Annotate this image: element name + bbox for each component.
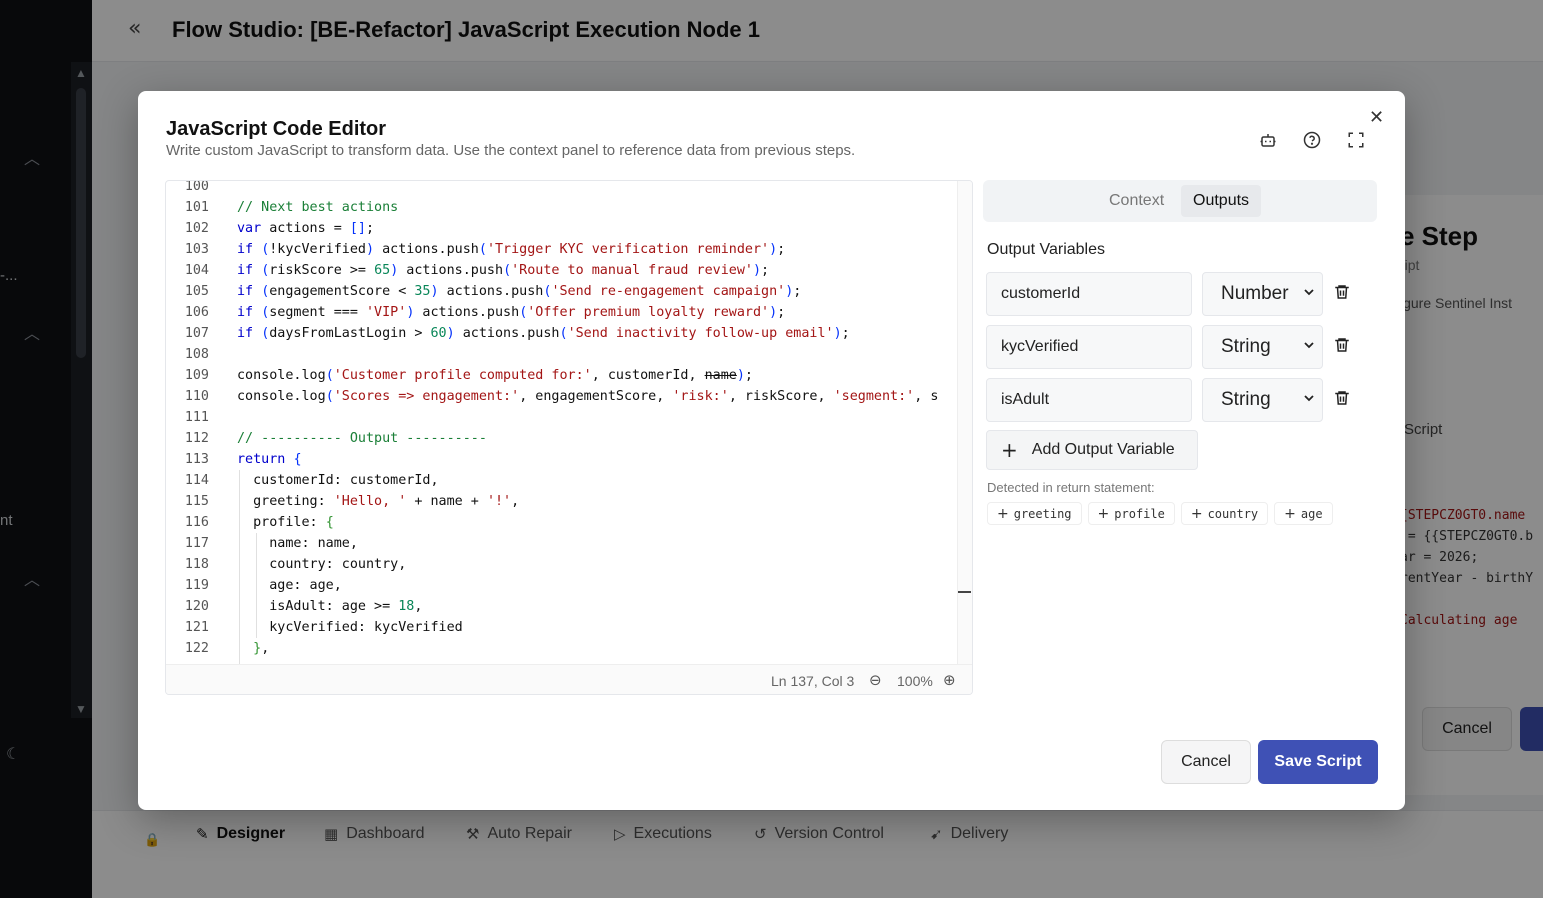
modal-title: JavaScript Code Editor	[166, 118, 387, 140]
code-line: 109 console.log('Customer profile compute…	[184, 368, 753, 383]
code-line: 105 if (engagementScore < 35) actions.pus…	[184, 284, 802, 299]
detected-variable-chip[interactable]: + profile	[1087, 502, 1175, 525]
code-line: 119 age: age,	[184, 578, 342, 593]
indent-guide	[239, 470, 240, 664]
code-line: 116 profile: {	[184, 515, 334, 530]
code-line: 115 greeting: 'Hello, ' + name + '!',	[184, 494, 520, 509]
variable-type-select[interactable]: Number	[1202, 272, 1323, 316]
output-variable-row: kycVerified String	[986, 325, 1376, 369]
code-area[interactable]: 100 101// Next best actions 102 var actio…	[166, 181, 958, 664]
code-line: 108	[184, 347, 209, 362]
code-line: 111	[184, 410, 209, 425]
code-line: 112// ---------- Output ----------	[184, 431, 487, 446]
detected-variable-chip[interactable]: + age	[1274, 502, 1333, 525]
chevron-down-icon	[1304, 395, 1314, 402]
trash-icon[interactable]	[1333, 283, 1355, 305]
modal-subtitle: Write custom JavaScript to transform dat…	[166, 142, 856, 159]
plus-icon: +	[1284, 505, 1296, 522]
tab-context[interactable]: Context	[1097, 185, 1176, 217]
code-line: 100	[184, 181, 209, 194]
code-line: 113 return {	[184, 452, 302, 467]
help-circle-icon[interactable]	[1301, 129, 1323, 151]
code-line: 117 name: name,	[184, 536, 358, 551]
bot-icon[interactable]	[1257, 129, 1279, 151]
code-line: 107 if (daysFromLastLogin > 60) actions.p…	[184, 326, 850, 341]
chevron-down-icon	[1304, 342, 1314, 349]
tab-outputs[interactable]: Outputs	[1181, 185, 1262, 217]
variable-type-select[interactable]: String	[1202, 325, 1323, 369]
variable-name-input[interactable]: customerId	[986, 272, 1192, 316]
code-line: 101// Next best actions	[184, 200, 399, 215]
side-panel-tabs: Context Outputs	[983, 180, 1377, 222]
plus-icon: +	[997, 505, 1009, 522]
cursor-position: Ln 137, Col 3	[771, 673, 855, 689]
fullscreen-icon[interactable]	[1345, 129, 1367, 151]
output-variable-row: customerId Number	[986, 272, 1376, 316]
code-line: 114 customerId: customerId,	[184, 473, 439, 488]
output-variable-row: isAdult String	[986, 378, 1376, 422]
code-editor-modal: JavaScript Code Editor Write custom Java…	[138, 91, 1405, 810]
zoom-out-icon[interactable]: ⊖	[869, 671, 882, 689]
code-line: 122 },	[184, 641, 270, 656]
zoom-in-icon[interactable]: ⊕	[943, 671, 956, 689]
code-line: 121 kycVerified: kycVerified	[184, 620, 463, 635]
code-editor[interactable]: 100 101// Next best actions 102 var actio…	[165, 180, 973, 695]
add-output-variable-button[interactable]: + Add Output Variable	[986, 430, 1198, 470]
detected-variable-chip[interactable]: + country	[1180, 502, 1269, 525]
plus-icon: +	[1001, 438, 1018, 462]
variable-type-select[interactable]: String	[1202, 378, 1323, 422]
cancel-button[interactable]: Cancel	[1161, 740, 1251, 784]
variable-name-input[interactable]: isAdult	[986, 378, 1192, 422]
code-line: 102 var actions = [];	[184, 221, 375, 236]
detected-variable-chip[interactable]: + greeting	[987, 502, 1082, 525]
save-script-button[interactable]: Save Script	[1258, 740, 1378, 784]
chevron-down-icon	[1304, 289, 1314, 296]
close-icon[interactable]: ✕	[1369, 107, 1384, 128]
code-line: 104 if (riskScore >= 65) actions.push('Ro…	[184, 263, 770, 278]
variable-name-input[interactable]: kycVerified	[986, 325, 1192, 369]
code-line: 103 if (!kycVerified) actions.push('Trigg…	[184, 242, 786, 257]
code-line: 106 if (segment === 'VIP') actions.push('…	[184, 305, 786, 320]
detected-label: Detected in return statement:	[987, 480, 1155, 495]
trash-icon[interactable]	[1333, 336, 1355, 358]
code-line: 110 console.log('Scores => engagement:', …	[184, 389, 939, 404]
trash-icon[interactable]	[1333, 389, 1355, 411]
detected-variables: + greeting + profile + country + age	[987, 502, 1333, 525]
editor-status-bar: Ln 137, Col 3 ⊖ 100% ⊕	[166, 664, 972, 694]
indent-guide	[256, 533, 257, 638]
code-line: 118 country: country,	[184, 557, 407, 572]
plus-icon: +	[1097, 505, 1110, 522]
output-variables-title: Output Variables	[987, 241, 1105, 258]
editor-scrollbar-thumb[interactable]	[958, 591, 971, 593]
code-line: 120 isAdult: age >= 18,	[184, 599, 423, 614]
zoom-level: 100%	[897, 673, 933, 689]
plus-icon: +	[1190, 505, 1203, 522]
